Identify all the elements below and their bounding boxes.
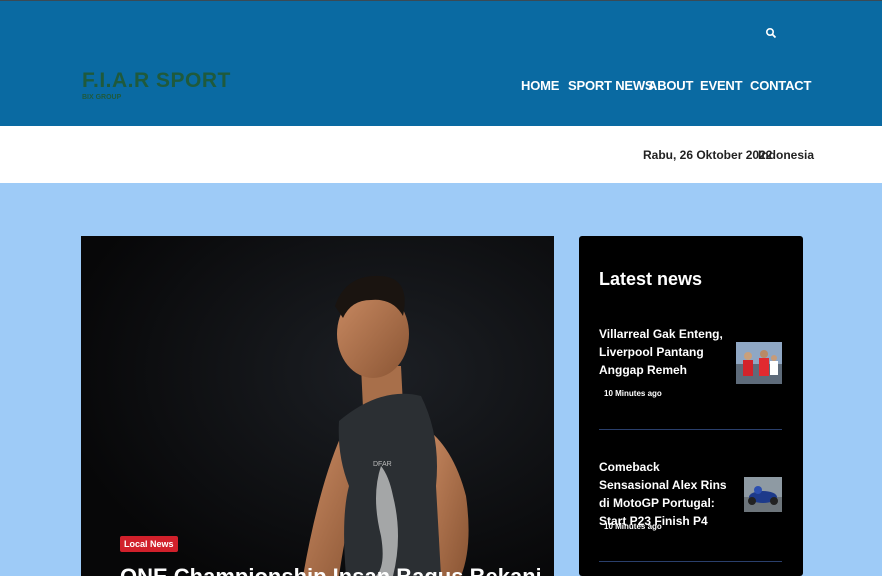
- news-time: 10 Minutes ago: [604, 389, 662, 398]
- svg-text:DFAR: DFAR: [373, 461, 392, 468]
- latest-news-panel: Latest news Villarreal Gak Enteng, Liver…: [579, 236, 803, 576]
- nav-sport-news[interactable]: SPORT NEWS: [568, 78, 654, 93]
- hero-image: DFAR: [81, 236, 554, 576]
- category-badge[interactable]: Local News: [120, 536, 178, 552]
- nav-about[interactable]: ABOUT: [648, 78, 693, 93]
- hero-article[interactable]: DFAR Local News ONE Championship Insan B…: [81, 236, 554, 576]
- nav-event[interactable]: EVENT: [700, 78, 743, 93]
- site-logo-subtitle: BIX GROUP: [82, 94, 122, 101]
- current-date: Rabu, 26 Oktober 2022: [643, 148, 773, 162]
- country-label[interactable]: Indonesia: [758, 148, 814, 162]
- site-header: F.I.A.R SPORT BIX GROUP HOME SPORT NEWS …: [0, 0, 882, 126]
- hero-title[interactable]: ONE Championship Insan Bagus Bekanilla: [120, 564, 540, 576]
- nav-contact[interactable]: CONTACT: [750, 78, 811, 93]
- news-divider: [599, 561, 782, 562]
- news-thumbnail[interactable]: [744, 477, 782, 512]
- news-time: 10 Minutes ago: [604, 522, 662, 531]
- date-bar: Rabu, 26 Oktober 2022 Indonesia: [0, 126, 882, 183]
- main-nav: HOME SPORT NEWS ABOUT EVENT CONTACT: [0, 78, 882, 94]
- news-thumbnail[interactable]: [736, 342, 782, 384]
- nav-home[interactable]: HOME: [521, 78, 559, 93]
- search-icon[interactable]: [765, 27, 777, 39]
- news-headline[interactable]: Villarreal Gak Enteng, Liverpool Pantang…: [599, 325, 729, 379]
- latest-news-title: Latest news: [599, 269, 703, 289]
- news-divider: [599, 429, 782, 430]
- news-headline[interactable]: Comeback Sensasional Alex Rins di MotoGP…: [599, 458, 729, 530]
